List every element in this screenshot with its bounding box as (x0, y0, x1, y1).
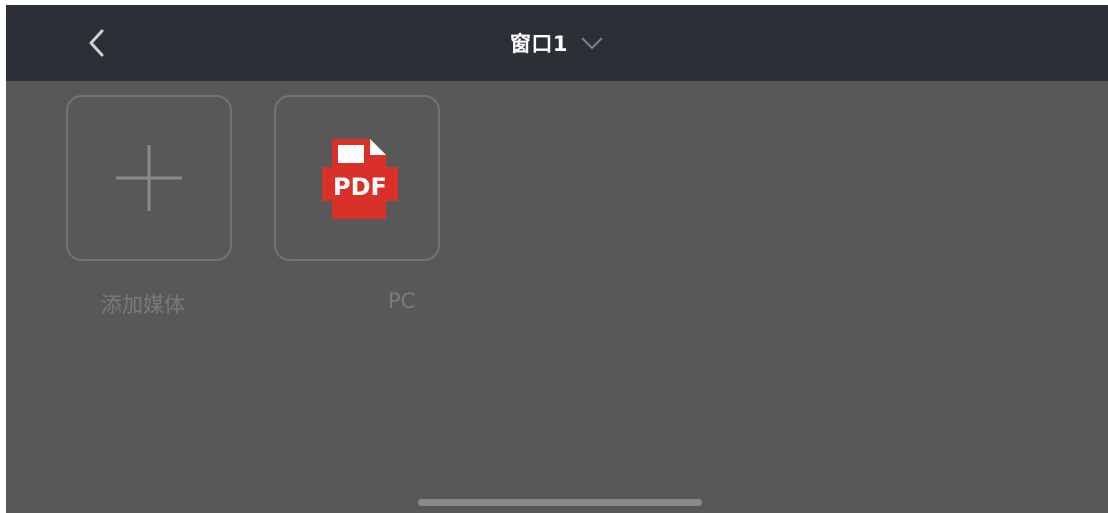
add-media-button[interactable] (66, 95, 232, 261)
navigation-bar: 窗口1 (6, 5, 1108, 81)
chevron-down-icon (581, 37, 603, 50)
chevron-left-icon (89, 29, 104, 57)
pdf-media-item[interactable]: PDF (274, 95, 440, 261)
back-button[interactable] (78, 23, 118, 63)
plus-icon (116, 145, 182, 211)
app-screen: 窗口1 添加媒体 PDF PC (6, 5, 1108, 513)
add-media-label: 添加媒体 (101, 293, 185, 317)
home-indicator[interactable] (418, 499, 702, 506)
pdf-file-icon: PDF (322, 139, 398, 219)
page-title: 窗口1 (509, 32, 569, 56)
window-selector[interactable]: 窗口1 (6, 5, 1108, 81)
pdf-icon-text: PDF (333, 173, 387, 201)
pdf-media-label: PC (388, 289, 416, 313)
